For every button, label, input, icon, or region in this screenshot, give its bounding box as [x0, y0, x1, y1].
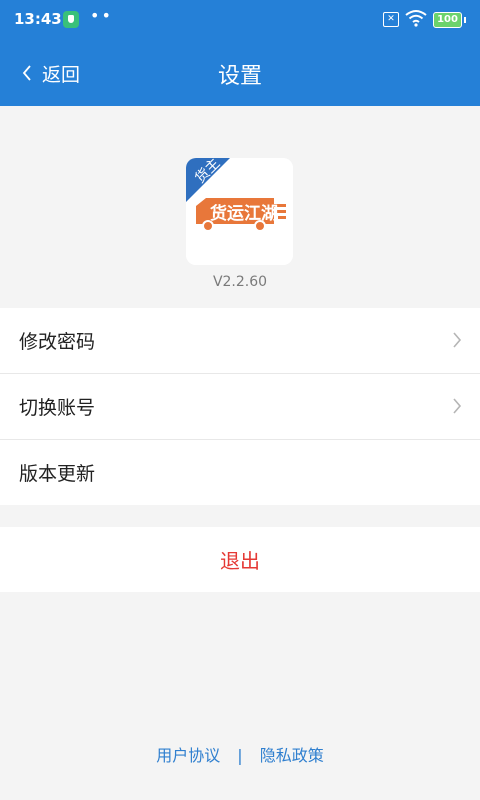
- chevron-right-icon: [453, 332, 462, 348]
- back-label: 返回: [42, 63, 81, 86]
- security-shield-icon: [63, 11, 79, 28]
- app-header: 13:43 •• ✕ 100 返回 设置: [0, 0, 480, 106]
- app-logo: 货主 货运江湖: [186, 158, 293, 265]
- footer-links: 用户协议 | 隐私政策: [0, 742, 480, 766]
- menu-item-switch-account[interactable]: 切换账号: [0, 374, 480, 440]
- menu-item-label: 修改密码: [19, 331, 96, 353]
- chevron-left-icon: [22, 65, 31, 81]
- footer-separator: |: [237, 746, 243, 765]
- privacy-policy-link[interactable]: 隐私政策: [260, 746, 324, 765]
- menu-item-version-update[interactable]: 版本更新: [0, 440, 480, 505]
- truck-logo-icon: 货主 货运江湖: [186, 158, 293, 265]
- back-button[interactable]: 返回: [22, 60, 80, 86]
- user-agreement-link[interactable]: 用户协议: [156, 746, 220, 765]
- menu-item-change-password[interactable]: 修改密码: [0, 308, 480, 374]
- settings-menu: 修改密码 切换账号 版本更新: [0, 308, 480, 505]
- menu-item-label: 切换账号: [19, 397, 96, 419]
- menu-item-label: 版本更新: [19, 463, 96, 485]
- status-time: 13:43: [14, 10, 62, 28]
- battery-icon: 100: [433, 12, 466, 28]
- chevron-right-icon: [453, 398, 462, 414]
- wifi-icon: [405, 10, 427, 27]
- more-notifications-icon: ••: [90, 6, 113, 25]
- logout-button[interactable]: 退出: [0, 527, 480, 592]
- no-sim-icon: ✕: [383, 12, 399, 27]
- logo-brand-text: 货运江湖: [210, 203, 278, 224]
- app-version: V2.2.60: [212, 274, 268, 290]
- status-bar: 13:43 •• ✕ 100: [0, 0, 480, 40]
